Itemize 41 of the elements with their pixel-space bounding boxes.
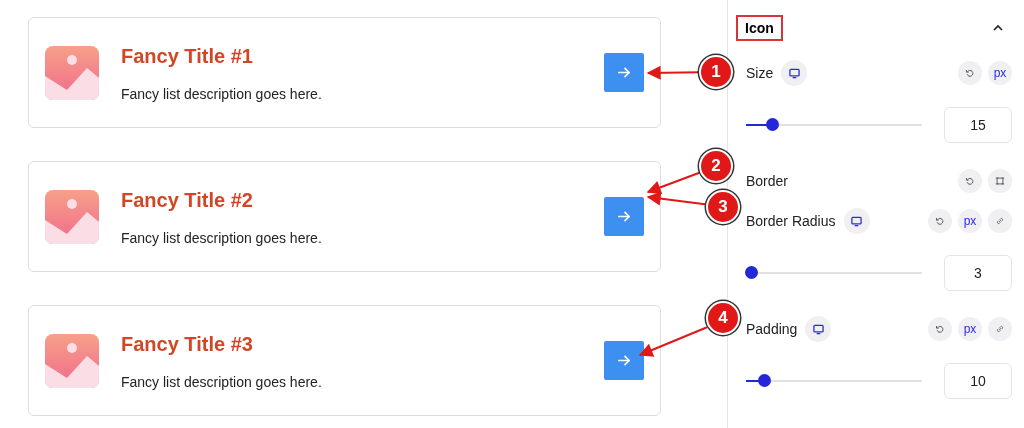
desktop-icon[interactable] (843, 208, 870, 234)
reset-icon[interactable] (958, 61, 982, 85)
desktop-icon[interactable] (781, 60, 808, 86)
image-icon (45, 333, 99, 388)
step-marker: 2 (699, 149, 733, 183)
card-title: Fancy Title #3 (121, 333, 254, 356)
reset-icon[interactable] (928, 317, 952, 341)
step-marker: 4 (706, 301, 740, 335)
arrow-button[interactable] (604, 341, 644, 380)
arrow-right-icon (616, 353, 632, 368)
arrow-button[interactable] (604, 197, 644, 236)
step-marker: 3 (706, 190, 740, 224)
card-title: Fancy Title #1 (121, 45, 254, 68)
card-title: Fancy Title #2 (121, 189, 254, 212)
section-title[interactable]: Icon (736, 14, 783, 41)
control-label: Padding (746, 321, 798, 337)
annotation-arrow (638, 326, 708, 357)
arrow-right-icon (616, 209, 632, 224)
arrow-button[interactable] (604, 53, 644, 92)
control-label: Border Radius (746, 213, 836, 229)
control-label: Size (746, 65, 774, 81)
card-description: Fancy list description goes here. (121, 230, 323, 246)
arrow-right-icon (616, 65, 632, 80)
link-icon[interactable] (988, 317, 1012, 341)
unit-button[interactable]: px (988, 61, 1012, 85)
image-icon (45, 45, 99, 100)
link-icon[interactable] (988, 209, 1012, 233)
number-field[interactable]: 10 (944, 363, 1012, 399)
border-icon[interactable] (988, 169, 1012, 193)
card-description: Fancy list description goes here. (121, 374, 323, 390)
reset-icon[interactable] (928, 209, 952, 233)
unit-button[interactable]: px (958, 317, 982, 341)
step-marker: 1 (699, 55, 733, 89)
desktop-icon[interactable] (805, 316, 832, 342)
card-description: Fancy list description goes here. (121, 86, 323, 102)
number-field[interactable]: 3 (944, 255, 1012, 291)
image-icon (45, 189, 99, 244)
unit-button[interactable]: px (958, 209, 982, 233)
number-field[interactable]: 15 (944, 107, 1012, 143)
reset-icon[interactable] (958, 169, 982, 193)
control-label: Border (746, 173, 789, 189)
